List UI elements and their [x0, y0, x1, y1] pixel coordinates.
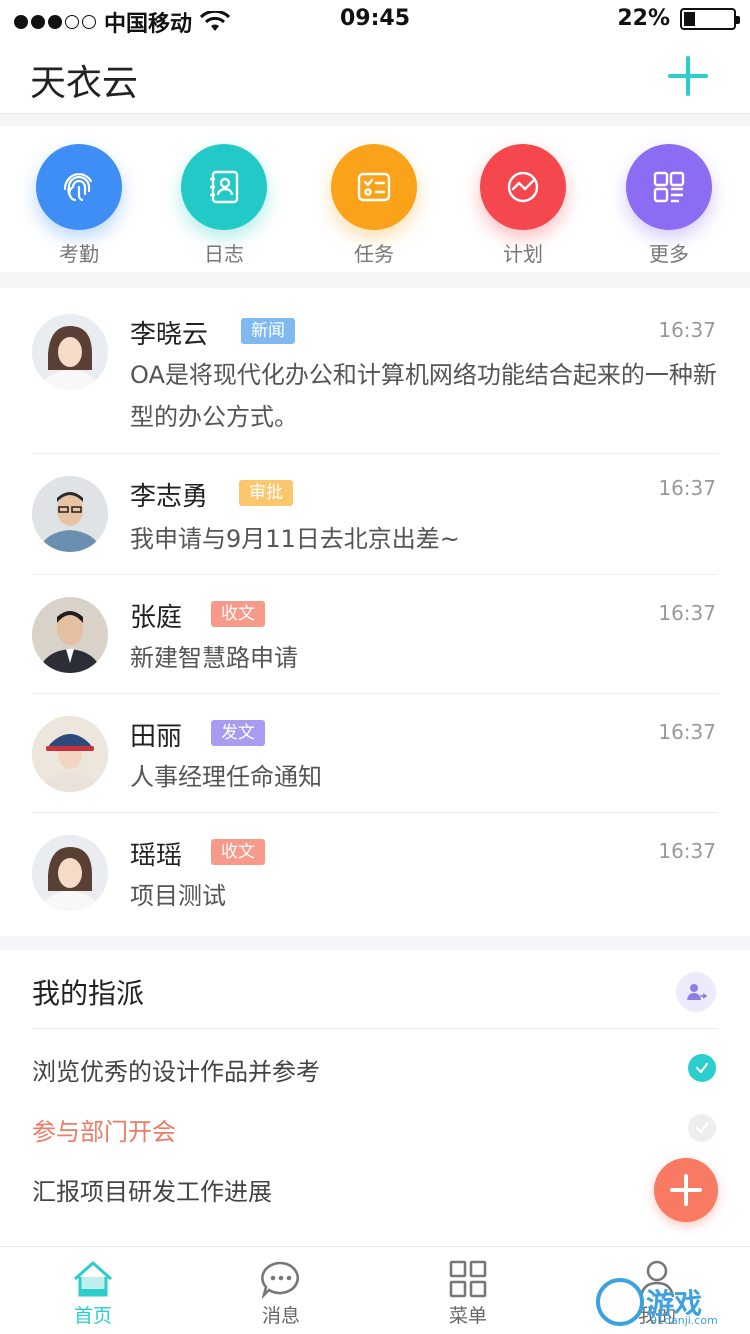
message-item[interactable]: 张庭 收文 16:37 新建智慧路申请	[0, 575, 750, 694]
category-badge: 新闻	[241, 318, 295, 344]
checkmark-icon	[695, 1062, 709, 1074]
status-time: 09:45	[340, 6, 411, 31]
task-checkbox[interactable]	[688, 1054, 716, 1082]
avatar	[32, 716, 108, 792]
message-preview: OA是将现代化办公和计算机网络功能结合起来的一种新型的办公方式。	[130, 361, 717, 431]
watermark-logo-icon	[596, 1278, 644, 1326]
qa-circle	[181, 144, 267, 230]
quick-action-label: 日志	[204, 242, 244, 266]
quick-action-label: 考勤	[59, 242, 99, 266]
home-icon	[74, 1261, 112, 1297]
trend-icon	[507, 171, 539, 203]
battery-fill	[684, 11, 695, 26]
message-item[interactable]: 李志勇 审批 16:37 我申请与9月11日去北京出差~	[0, 454, 750, 575]
tab-label: 首页	[73, 1305, 112, 1327]
quick-actions: 考勤 日志 任务 计划 更多	[0, 126, 750, 272]
sender-name: 李志勇	[130, 482, 209, 512]
message-time: 16:37	[658, 318, 716, 342]
quick-action-log[interactable]: 日志	[169, 144, 279, 267]
qa-circle	[480, 144, 566, 230]
task-item[interactable]: 浏览优秀的设计作品并参考	[32, 1052, 320, 1087]
message-list: 李晓云 新闻 16:37 OA是将现代化办公和计算机网络功能结合起来的一种新型的…	[0, 288, 750, 936]
message-item[interactable]: 李晓云 新闻 16:37 OA是将现代化办公和计算机网络功能结合起来的一种新型的…	[0, 288, 750, 454]
signal-strength-icon	[14, 15, 96, 29]
wifi-icon	[200, 11, 231, 31]
my-assignments: 我的指派 浏览优秀的设计作品并参考 参与部门开会 汇报项目研发工作进展	[0, 950, 750, 1246]
user-assign-icon[interactable]	[676, 972, 716, 1012]
message-preview: 我申请与9月11日去北京出差~	[130, 525, 460, 553]
checklist-icon	[357, 172, 391, 202]
tab-menu[interactable]: 菜单	[413, 1259, 523, 1328]
quick-action-label: 更多	[649, 242, 689, 266]
page-title: 天衣云	[30, 63, 139, 104]
message-preview: 项目测试	[130, 882, 226, 910]
avatar	[32, 476, 108, 552]
message-time: 16:37	[658, 720, 716, 744]
tab-label: 菜单	[448, 1305, 487, 1327]
quick-action-label: 任务	[354, 242, 394, 266]
carrier-name: 中国移动	[104, 12, 193, 37]
message-item[interactable]: 瑶瑶 收文 16:37 项目测试	[0, 813, 750, 935]
grid-menu-icon	[449, 1260, 487, 1298]
qa-circle	[36, 144, 122, 230]
sender-name: 瑶瑶	[130, 841, 183, 871]
quick-action-plan[interactable]: 计划	[468, 144, 578, 267]
task-item[interactable]: 汇报项目研发工作进展	[32, 1172, 272, 1207]
tab-home[interactable]: 首页	[38, 1259, 148, 1328]
task-item[interactable]: 参与部门开会	[32, 1112, 176, 1147]
message-item[interactable]: 田丽 发文 16:37 人事经理任命通知	[0, 694, 750, 813]
category-badge: 收文	[211, 839, 265, 865]
message-time: 16:37	[658, 476, 716, 500]
avatar	[32, 597, 108, 673]
contact-book-icon	[210, 170, 239, 204]
category-badge: 收文	[211, 601, 265, 627]
qa-circle	[626, 144, 712, 230]
sender-name: 田丽	[130, 722, 183, 752]
floating-add-button[interactable]	[654, 1158, 718, 1222]
divider	[32, 1028, 718, 1029]
chat-bubble-icon	[261, 1261, 300, 1299]
avatar	[32, 835, 108, 911]
qa-circle	[331, 144, 417, 230]
section-title: 我的指派	[32, 977, 145, 1010]
checkmark-icon	[695, 1122, 709, 1134]
status-bar: 中国移动 09:45 22%	[0, 0, 750, 40]
avatar	[32, 314, 108, 390]
battery-icon	[680, 7, 740, 30]
message-time: 16:37	[658, 601, 716, 625]
battery-status: 22%	[617, 6, 740, 31]
message-time: 16:37	[658, 839, 716, 863]
signal-carrier: 中国移动	[14, 6, 231, 38]
battery-percent: 22%	[617, 6, 670, 31]
tab-messages[interactable]: 消息	[226, 1259, 336, 1328]
grid-more-icon	[653, 171, 685, 203]
quick-action-more[interactable]: 更多	[614, 144, 724, 267]
tab-label: 消息	[261, 1305, 300, 1327]
add-button[interactable]	[666, 54, 710, 98]
sender-name: 李晓云	[130, 320, 209, 350]
message-preview: 新建智慧路申请	[130, 644, 298, 672]
quick-action-label: 计划	[503, 242, 543, 266]
sender-name: 张庭	[130, 603, 183, 633]
watermark-subtext: 91danji.com	[650, 1314, 718, 1327]
task-checkbox[interactable]	[688, 1114, 716, 1142]
category-badge: 审批	[239, 480, 293, 506]
site-watermark: 游戏 91danji.com	[596, 1278, 746, 1330]
quick-action-attendance[interactable]: 考勤	[24, 144, 134, 267]
fingerprint-icon	[63, 173, 93, 202]
message-preview: 人事经理任命通知	[130, 763, 322, 791]
quick-action-task[interactable]: 任务	[319, 144, 429, 267]
app-header: 天衣云	[0, 40, 750, 114]
category-badge: 发文	[211, 720, 265, 746]
